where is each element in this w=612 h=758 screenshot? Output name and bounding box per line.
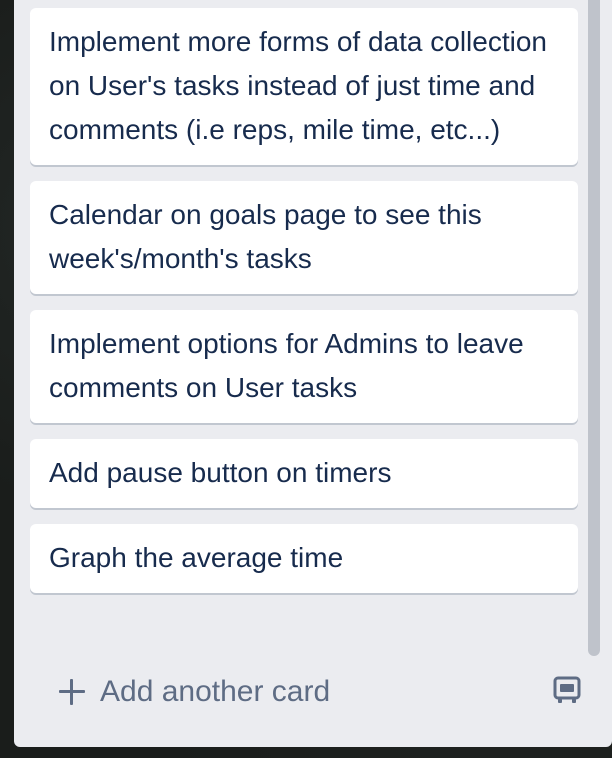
add-card-label: Add another card [100, 675, 331, 708]
card[interactable]: Implement more forms of data collection … [30, 8, 578, 165]
card[interactable]: Graph the average time [30, 524, 578, 593]
plus-icon [58, 678, 86, 706]
card-template-icon [553, 676, 581, 703]
card-template-button[interactable] [545, 670, 589, 710]
card-list: Implement more forms of data collection … [30, 8, 578, 609]
card[interactable]: Implement options for Admins to leave co… [30, 310, 578, 423]
card[interactable]: Calendar on goals page to see this week'… [30, 181, 578, 294]
list-scrollbar[interactable] [588, 0, 600, 656]
trello-list: Implement more forms of data collection … [14, 0, 612, 747]
add-card-button[interactable]: Add another card [54, 670, 524, 714]
card[interactable]: Add pause button on timers [30, 439, 578, 508]
